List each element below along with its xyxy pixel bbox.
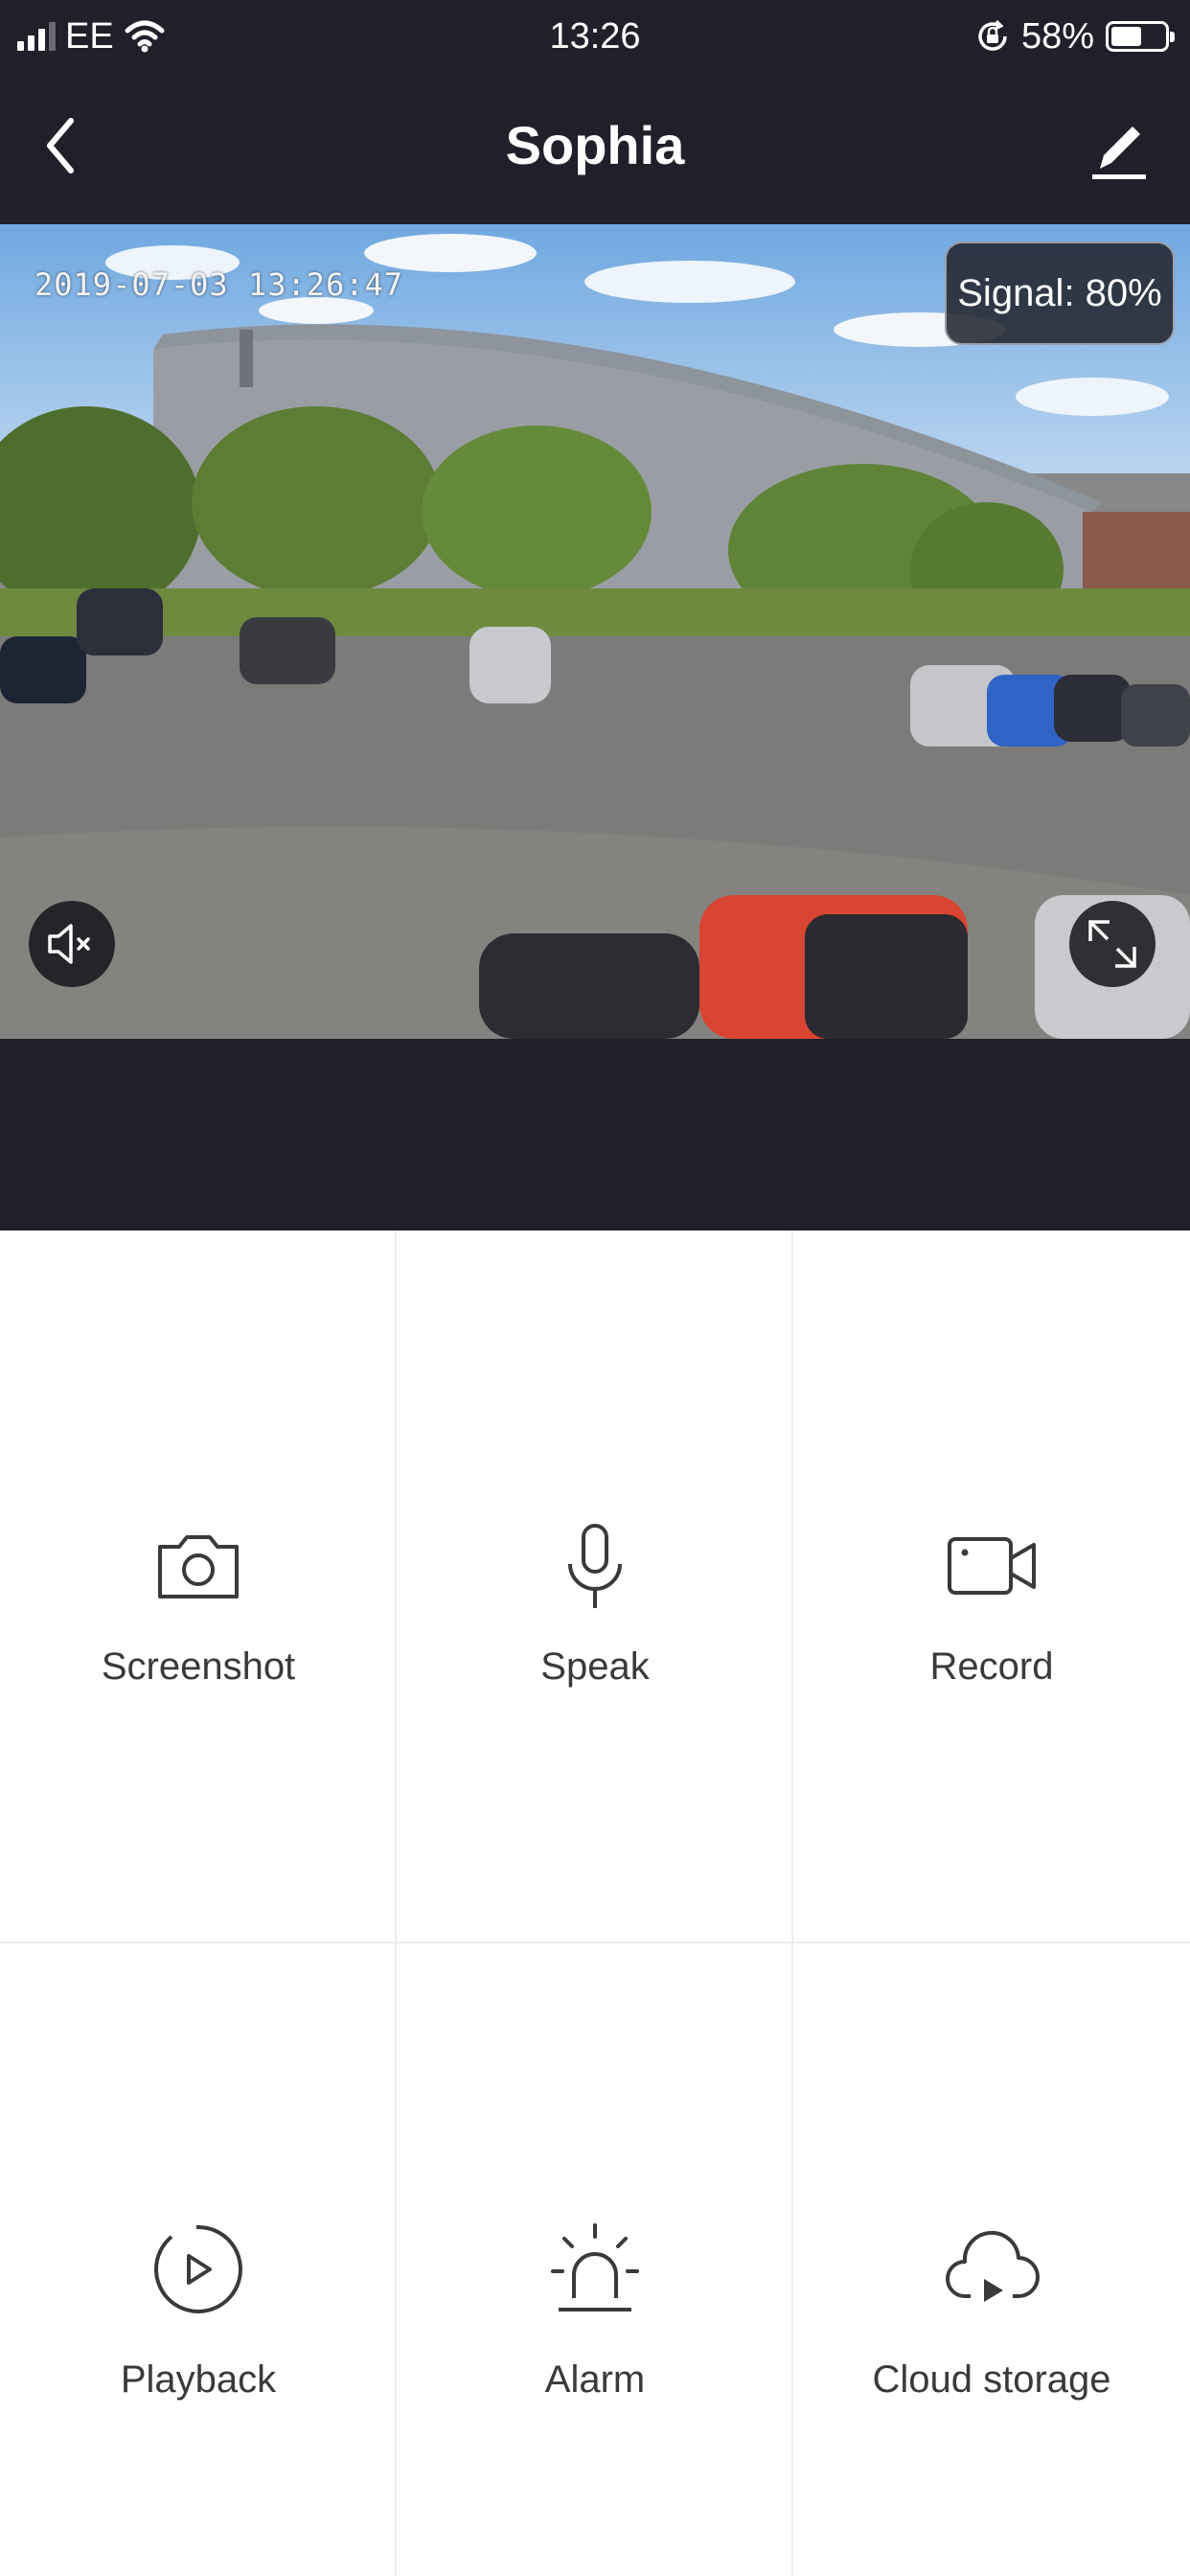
cloud-play-icon	[946, 2231, 1040, 2302]
orientation-lock-icon	[978, 19, 1007, 51]
pencil-icon	[1092, 126, 1146, 179]
signal-strength-badge: Signal: 80%	[945, 242, 1175, 345]
cloud-storage-button[interactable]: Cloud storage	[793, 1230, 1190, 2401]
video-controls-area	[0, 1039, 1190, 1230]
playback-button[interactable]: Playback	[0, 1230, 397, 2401]
camera-live-view-screen: EE 13:26 58% Sophia 2019-07-03 13:26:47 …	[0, 0, 1190, 2576]
page-title: Sophia	[505, 115, 685, 175]
battery-icon	[1106, 21, 1175, 52]
fullscreen-button[interactable]	[1069, 901, 1156, 987]
siren-icon	[551, 2223, 639, 2312]
edit-button[interactable]	[1083, 111, 1156, 184]
alarm-label: Alarm	[544, 2358, 646, 2401]
live-video-feed[interactable]: 2019-07-03 13:26:47 Signal: 80%	[0, 224, 1190, 1039]
navigation-bar: Sophia	[0, 73, 1190, 224]
mute-button[interactable]	[29, 901, 115, 987]
action-grid: Screenshot Speak Record Playback Alarm C…	[0, 1230, 1190, 2576]
status-bar: EE 13:26 58%	[0, 0, 1190, 73]
playback-label: Playback	[120, 2358, 277, 2401]
battery-percent: 58%	[1020, 15, 1094, 57]
cloud-storage-label: Cloud storage	[872, 2358, 1111, 2401]
expand-icon	[1088, 920, 1136, 968]
camera-feed-image	[0, 224, 1190, 1039]
grid-divider	[0, 1942, 1190, 1944]
video-timestamp: 2019-07-03 13:26:47	[34, 266, 404, 303]
playback-icon	[153, 2224, 242, 2313]
speaker-muted-icon	[48, 924, 90, 964]
alarm-button[interactable]: Alarm	[397, 1230, 793, 2401]
